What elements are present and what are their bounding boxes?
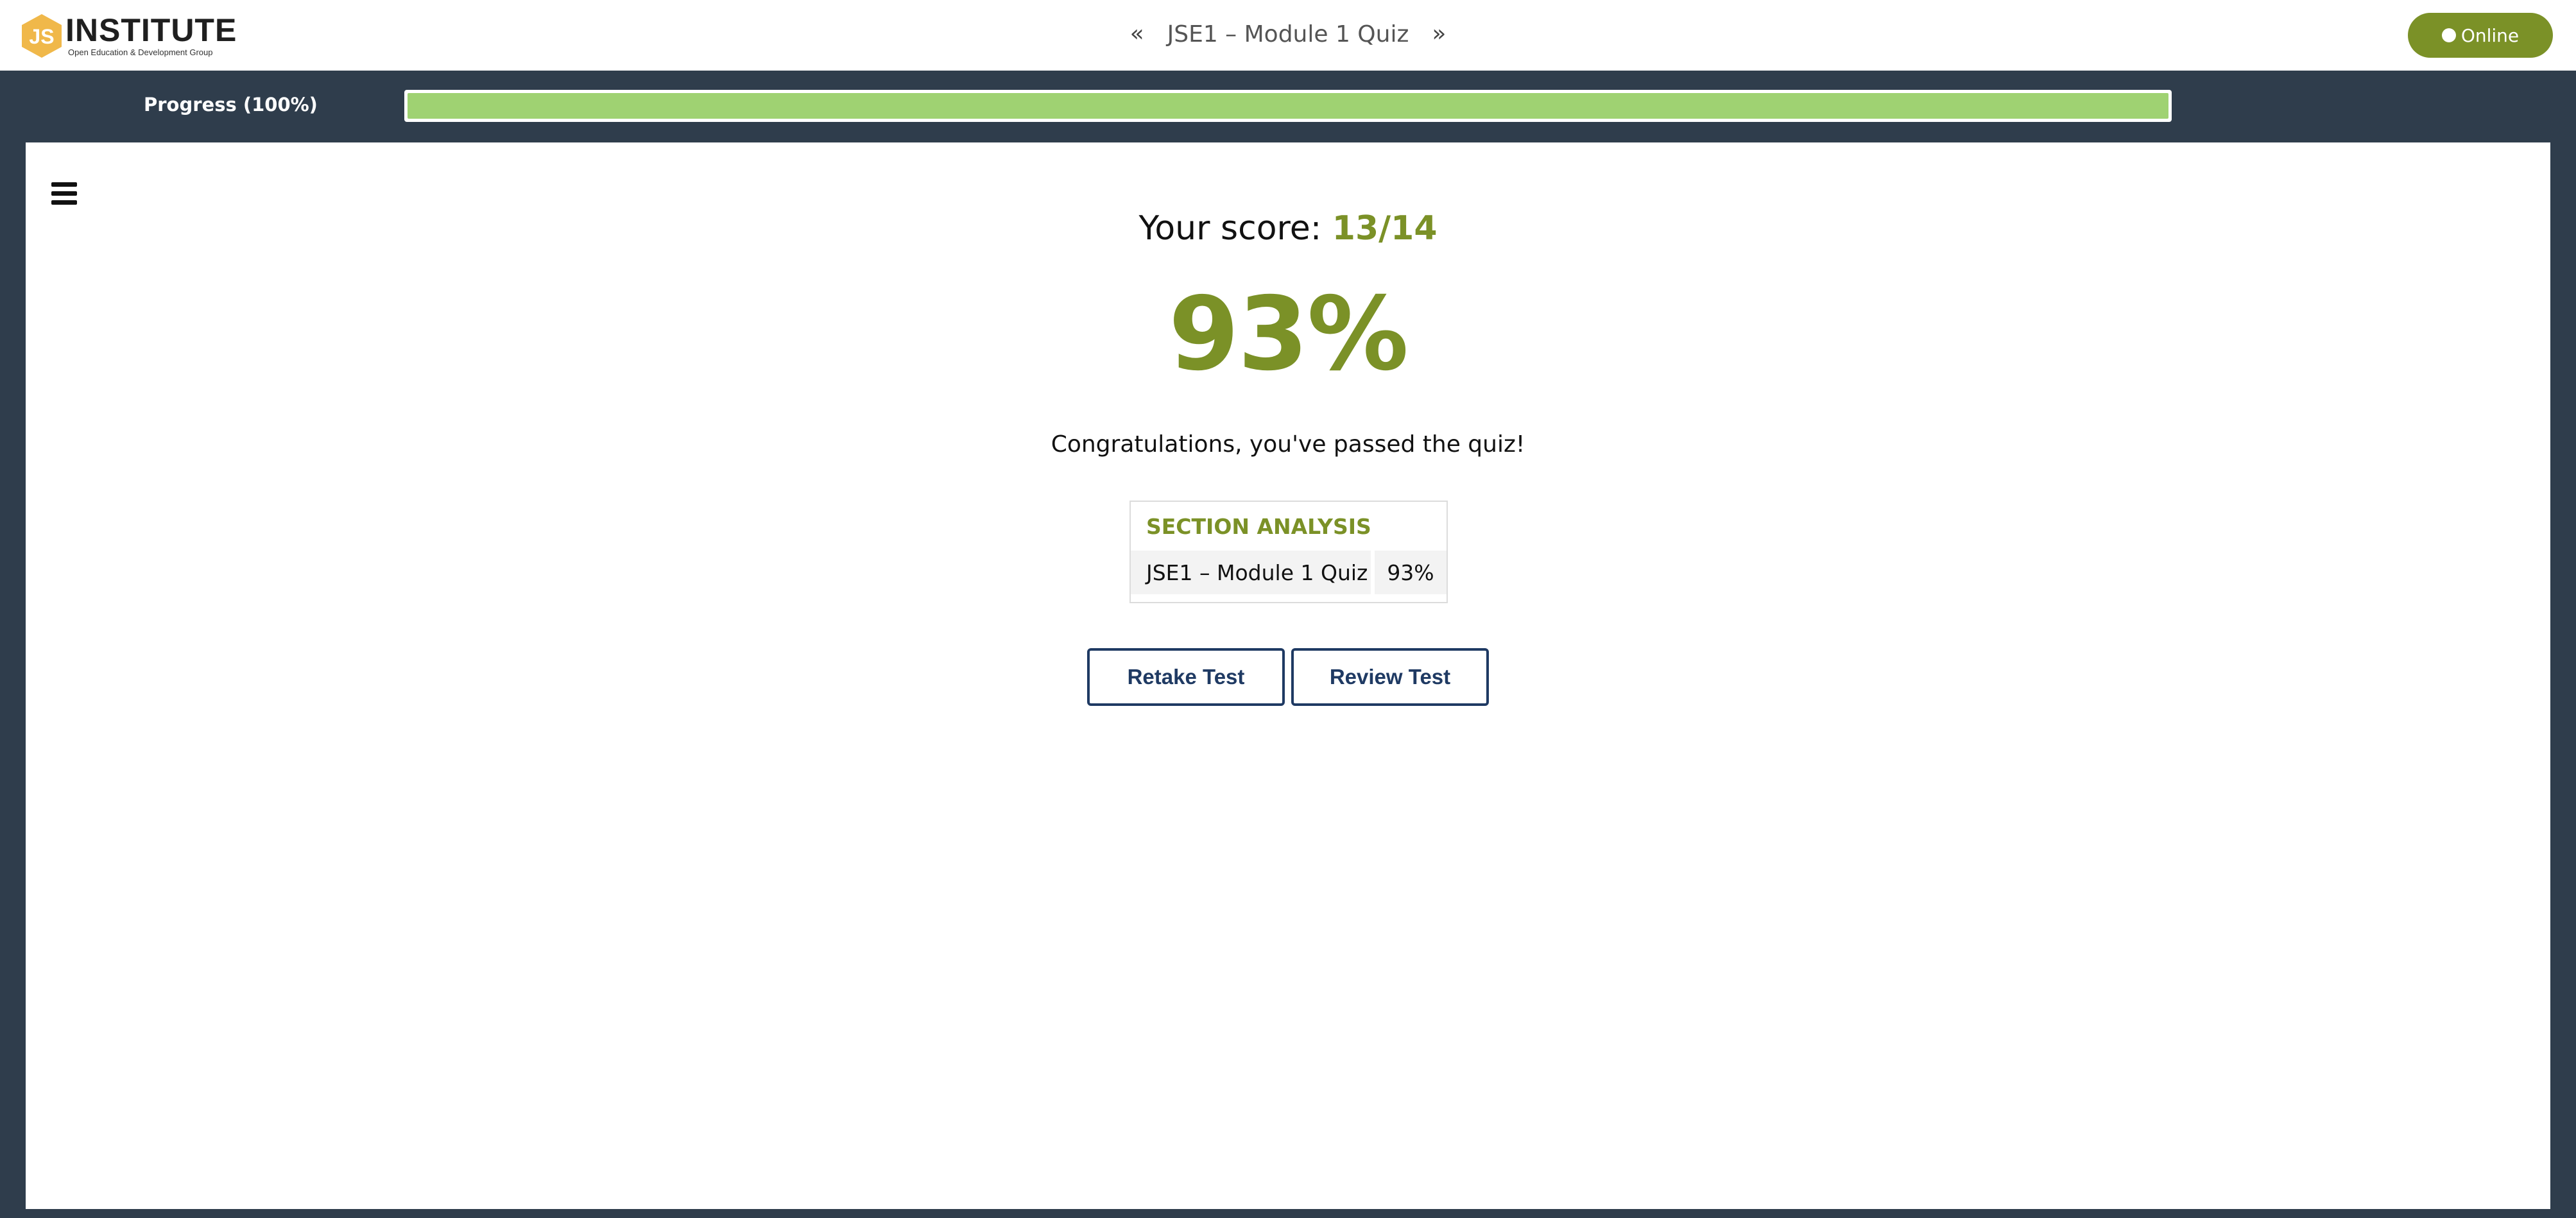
quiz-title: JSE1 – Module 1 Quiz <box>1167 21 1409 47</box>
score-value: 13/14 <box>1332 209 1438 248</box>
hamburger-menu-icon[interactable] <box>51 182 78 209</box>
score-line: Your score: 13/14 <box>26 209 2550 248</box>
table-row: JSE1 – Module 1 Quiz 93% <box>1131 551 1447 594</box>
online-status-button[interactable]: Online <box>2408 13 2553 58</box>
retake-test-button[interactable]: Retake Test <box>1087 648 1285 706</box>
review-test-button[interactable]: Review Test <box>1291 648 1489 706</box>
progress-bar <box>404 90 2172 122</box>
section-analysis-table: SECTION ANALYSIS JSE1 – Module 1 Quiz 93… <box>1129 501 1448 603</box>
online-status-label: Online <box>2460 24 2520 46</box>
double-chevron-left-icon[interactable]: « <box>1130 22 1144 46</box>
section-analysis-title: SECTION ANALYSIS <box>1146 514 1371 539</box>
top-header: JS INSTITUTE Open Education & Developmen… <box>0 0 2576 71</box>
section-name-cell: JSE1 – Module 1 Quiz <box>1131 551 1371 594</box>
result-actions: Retake Test Review Test <box>26 648 2550 706</box>
section-percent-cell: 93% <box>1375 551 1447 594</box>
quiz-navigation: « JSE1 – Module 1 Quiz » <box>0 18 2576 50</box>
quiz-result-panel: Your score: 13/14 93% Congratulations, y… <box>26 142 2550 1209</box>
score-prefix: Your score: <box>1138 209 1332 248</box>
progress-bar-fill <box>408 93 2168 119</box>
score-percent: 93% <box>1168 275 1409 393</box>
progress-section: Progress (100%) <box>0 71 2576 142</box>
status-dot-icon <box>2441 28 2456 42</box>
double-chevron-right-icon[interactable]: » <box>1432 22 1446 46</box>
result-message: Congratulations, you've passed the quiz! <box>1051 431 1525 458</box>
progress-label: Progress (100%) <box>144 94 318 116</box>
